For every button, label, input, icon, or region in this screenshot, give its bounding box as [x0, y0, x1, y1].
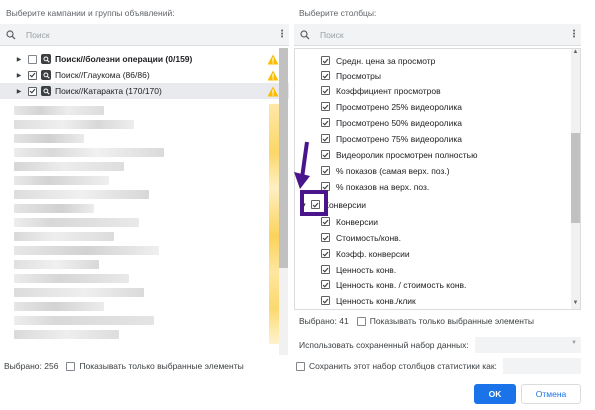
column-label: Ценность конв. / стоимость конв.: [336, 279, 467, 290]
checkbox-checked[interactable]: [321, 56, 330, 65]
column-label: Ценность конв.: [336, 264, 397, 275]
warning-icon: [267, 70, 279, 80]
column-label: % показов (самая верх. поз.): [336, 165, 450, 176]
right-scrollbar-thumb[interactable]: [571, 133, 580, 223]
right-show-selected-checkbox[interactable]: [356, 316, 366, 326]
checkbox-checked[interactable]: [28, 86, 37, 96]
checkbox-checked[interactable]: [321, 280, 330, 289]
warning-icon: [267, 54, 279, 64]
column-item[interactable]: Просмотры: [321, 68, 381, 83]
warning-icon: [267, 86, 279, 96]
tree-row[interactable]: ▶ Поиск//болезни операции (0/159): [0, 51, 289, 67]
left-show-selected-label: Показывать только выбранные элементы: [79, 361, 244, 371]
column-label: Ценность конв./клик: [336, 295, 416, 306]
search-icon: [6, 29, 22, 40]
column-item[interactable]: Просмотрено 50% видеоролика: [321, 115, 462, 130]
column-label: Конверсии: [336, 216, 378, 227]
column-label: Просмотрено 50% видеоролика: [336, 117, 462, 128]
saved-set-dropdown[interactable]: ▼: [474, 337, 581, 353]
search-campaign-icon: [41, 54, 51, 64]
column-item[interactable]: % показов на верх. поз.: [321, 179, 429, 194]
left-footer: Выбрано: 256 Показывать только выбранные…: [4, 361, 244, 371]
expand-arrow-icon[interactable]: ▶: [14, 88, 24, 95]
checkbox-checked[interactable]: [321, 265, 330, 274]
tree-row[interactable]: ▶ Поиск//Глаукома (86/86): [0, 67, 289, 83]
tree-item-label: Поиск//Глаукома (86/86): [55, 70, 150, 80]
left-selected-count: Выбрано: 256: [4, 361, 59, 371]
search-campaign-icon: [41, 70, 51, 80]
column-label: Просмотрено 75% видеоролика: [336, 133, 462, 144]
right-selected-count: Выбрано: 41: [299, 316, 349, 326]
left-panel-title: Выберите кампании и группы объявлений:: [6, 8, 175, 18]
checkbox-checked[interactable]: [321, 296, 330, 305]
column-item[interactable]: Стоимость/конв.: [321, 230, 401, 245]
save-set-checkbox[interactable]: [296, 361, 305, 371]
right-panel-title: Выберите столбцы:: [299, 8, 377, 18]
right-footer: Выбрано: 41 Показывать только выбранные …: [299, 316, 534, 326]
tree-item-label: Поиск//Катаракта (170/170): [55, 86, 162, 96]
search-campaign-icon: [41, 86, 51, 96]
right-search-input[interactable]: Поиск: [320, 30, 567, 40]
right-search-bar[interactable]: Поиск ⋮: [294, 24, 581, 46]
more-vert-icon[interactable]: ⋮: [567, 29, 581, 40]
right-columns-list: Средн. цена за просмотр Просмотры Коэффи…: [294, 48, 581, 310]
save-set-label: Сохранить этот набор столбцов статистики…: [309, 361, 497, 371]
checkbox[interactable]: [28, 54, 37, 64]
save-set-row: Сохранить этот набор столбцов статистики…: [296, 358, 581, 374]
scroll-down-arrow-icon[interactable]: ▼: [571, 300, 580, 306]
checkbox-checked[interactable]: [321, 150, 330, 159]
expand-arrow-icon[interactable]: ▶: [14, 72, 24, 79]
column-label: Стоимость/конв.: [336, 232, 402, 243]
left-show-selected-checkbox[interactable]: [66, 361, 76, 371]
checkbox-checked[interactable]: [321, 166, 330, 175]
checkbox-checked[interactable]: [28, 70, 37, 80]
left-tree-list: ▶ Поиск//болезни операции (0/159) ▶ Поис…: [0, 48, 289, 355]
column-item[interactable]: Просмотрено 75% видеоролика: [321, 131, 462, 146]
checkbox-checked[interactable]: [321, 118, 330, 127]
left-search-input[interactable]: Поиск: [26, 30, 275, 40]
checkbox-checked[interactable]: [321, 134, 330, 143]
checkbox-checked[interactable]: [321, 233, 330, 242]
column-label: % показов на верх. поз.: [336, 181, 430, 192]
chevron-down-icon: ▼: [571, 340, 577, 346]
more-vert-icon[interactable]: ⋮: [275, 29, 289, 40]
annotation-arrow-icon: [294, 141, 310, 189]
checkbox-checked[interactable]: [321, 249, 330, 258]
left-search-bar[interactable]: Поиск ⋮: [0, 24, 289, 46]
column-label: Коэфф. конверсии: [336, 248, 410, 259]
checkbox-checked[interactable]: [321, 86, 330, 95]
scroll-up-arrow-icon[interactable]: ▲: [571, 49, 580, 55]
expand-arrow-icon[interactable]: ▶: [14, 56, 24, 63]
checkbox-checked[interactable]: [321, 71, 330, 80]
column-item[interactable]: Конверсии: [321, 214, 378, 229]
column-item[interactable]: Просмотрено 25% видеоролика: [321, 99, 462, 114]
column-label: Просмотры: [336, 70, 381, 81]
column-label: Видеоролик просмотрен полностью: [336, 149, 478, 160]
left-scrollbar-thumb[interactable]: [279, 48, 288, 268]
cancel-button[interactable]: Отмена: [521, 384, 581, 404]
column-label: Средн. цена за просмотр: [336, 55, 436, 66]
column-item[interactable]: Ценность конв. / стоимость конв.: [321, 277, 466, 292]
column-item[interactable]: Ценность конв.: [321, 262, 396, 277]
checkbox-checked[interactable]: [321, 102, 330, 111]
saved-set-row: Использовать сохраненный набор данных: ▼: [299, 337, 581, 353]
saved-set-label: Использовать сохраненный набор данных:: [299, 340, 469, 350]
search-icon: [300, 29, 316, 40]
ok-button[interactable]: OK: [474, 384, 516, 404]
column-item[interactable]: Коэфф. конверсии: [321, 246, 410, 261]
column-item[interactable]: % показов (самая верх. поз.): [321, 163, 450, 178]
tree-row-selected[interactable]: ▶ Поиск//Катаракта (170/170): [0, 83, 289, 99]
right-show-selected-label: Показывать только выбранные элементы: [369, 316, 534, 326]
tree-item-label: Поиск//болезни операции (0/159): [55, 54, 193, 64]
column-item[interactable]: Средн. цена за просмотр: [321, 53, 435, 68]
checkbox-checked[interactable]: [321, 217, 330, 226]
annotation-highlight-box: [300, 190, 328, 216]
column-item[interactable]: Коэффициент просмотров: [321, 83, 441, 98]
group-label: Конверсии: [324, 199, 366, 210]
column-label: Коэффициент просмотров: [336, 85, 441, 96]
column-item[interactable]: Видеоролик просмотрен полностью: [321, 147, 477, 162]
save-set-name-input[interactable]: [502, 358, 581, 374]
column-label: Просмотрено 25% видеоролика: [336, 101, 462, 112]
column-item[interactable]: Ценность конв./клик: [321, 293, 416, 308]
